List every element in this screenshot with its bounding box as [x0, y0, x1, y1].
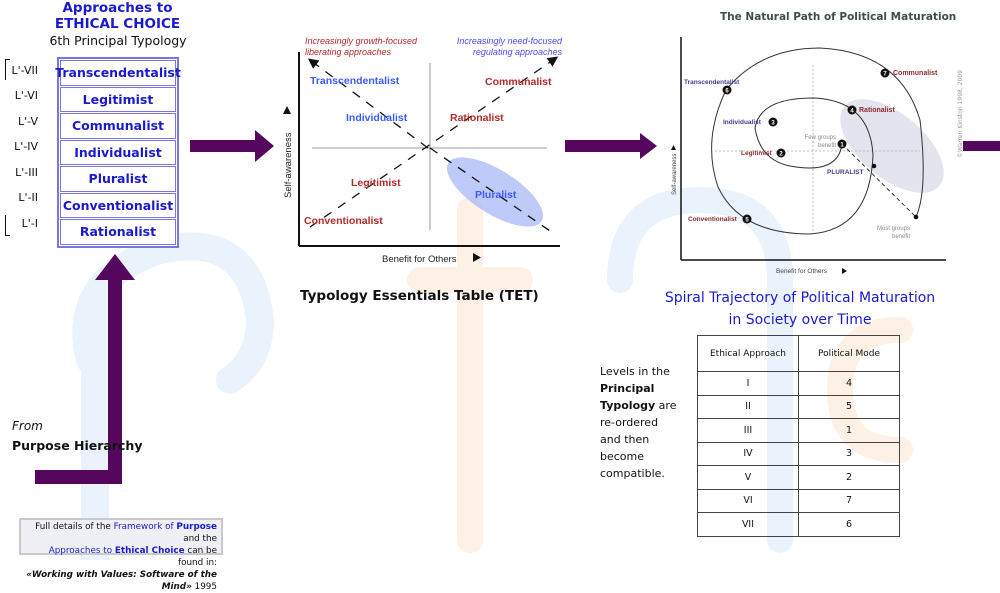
note-link: Approaches to: [48, 546, 115, 556]
table-row: I4: [697, 371, 900, 396]
levels-note: Levels in the Principal Typology are re-…: [600, 363, 680, 482]
ethical-approach-cell: I: [697, 371, 799, 396]
y-axis-arrow-icon: [283, 106, 291, 114]
spiral-caption-line1: Spiral Trajectory of Political Maturatio…: [664, 290, 936, 306]
book-year: 1995: [191, 582, 217, 592]
tet-label-rationalist: Rationalist: [450, 112, 504, 124]
levels-note-bold: Principal Typology: [600, 382, 656, 412]
book-title: «Working with Values: Software of the Mi…: [26, 570, 217, 592]
spiral-label-communalist: Communalist: [893, 70, 938, 77]
spiral-node: 4: [847, 105, 857, 115]
spiral-y-axis-label: Self-awareness: [672, 154, 678, 195]
political-mode-cell: 3: [798, 441, 900, 466]
ethical-approach-cell: II: [697, 394, 799, 419]
tet-label-conventionalist: Conventionalist: [304, 215, 383, 227]
tet-label-legitimist: Legitimist: [351, 177, 401, 189]
spiral-label-transcendentalist: Transcendentalist: [684, 79, 740, 86]
spiral-node: 3: [768, 117, 778, 127]
tet-x-axis-label: Benefit for Others: [382, 254, 457, 265]
spiral-node: 2: [776, 148, 786, 158]
tet-diagram: Increasingly growth-focused liberating a…: [283, 36, 563, 265]
spiral-y-arrow-icon: [671, 145, 676, 150]
spiral-label-legitimist: Legitimist: [741, 150, 773, 157]
political-mode-cell: 7: [798, 488, 900, 513]
ethical-approach-cell: VII: [697, 512, 799, 537]
ethical-approach-cell: VI: [697, 488, 799, 513]
note-text: can be found in:: [178, 546, 217, 568]
spiral-label-individualist: Individualist: [723, 119, 762, 126]
spiral-node: 7: [880, 68, 890, 78]
mapping-header: Ethical Approach: [697, 335, 799, 372]
ethical-approach-cell: V: [697, 465, 799, 490]
spiral-label-rationalist: Rationalist: [859, 107, 895, 114]
growth-diagonal: [307, 58, 429, 149]
note-link-bold: Purpose: [176, 522, 217, 532]
political-mode-cell: 6: [798, 512, 900, 537]
note-text: and the: [183, 534, 217, 544]
ethical-approach-cell: IV: [697, 441, 799, 466]
copyright-text: ©Warren Kinston 1998, 2009: [957, 70, 964, 158]
table-row: VII 6: [697, 512, 900, 537]
from-label: From: [12, 419, 43, 433]
note-link: Framework of: [113, 522, 177, 532]
note-link-bold: Ethical Choice: [114, 546, 185, 556]
right-arrow-to-tet: [190, 130, 274, 162]
few-groups-label: Few groups: [805, 135, 836, 141]
right-arrow-stub: [963, 141, 1000, 151]
tet-y-axis-label: Self-awareness: [283, 132, 294, 198]
most-groups-label: Most groups: [877, 226, 910, 232]
political-mode-cell: 5: [798, 394, 900, 419]
table-row: IV 3: [697, 441, 900, 466]
tet-caption: Typology Essentials Table (TET): [300, 288, 539, 304]
x-axis-arrow-icon: [473, 253, 481, 262]
tet-label-pluralist: Pluralist: [475, 189, 517, 201]
spiral-node: 1: [837, 139, 847, 149]
purpose-hierarchy-label: Purpose Hierarchy: [12, 438, 143, 453]
spiral-label-conventionalist: Conventionalist: [688, 216, 738, 223]
political-mode-cell: 2: [798, 465, 900, 490]
spiral-node: 6: [722, 85, 732, 95]
top-right-note: Increasingly need-focused: [457, 36, 563, 46]
spiral-node: 5: [742, 214, 752, 224]
reference-note: Full details of the Framework of Purpose…: [19, 518, 223, 592]
pluralist-label: PLURALIST: [827, 169, 864, 176]
mapping-header: Political Mode: [798, 335, 900, 372]
political-mode-cell: 4: [798, 371, 900, 396]
most-groups-label: benefit: [892, 234, 910, 240]
political-mode-cell: 1: [798, 418, 900, 443]
spiral-diagram: 1 2 3 4 5 6 7 Communalist Transcendental…: [671, 37, 946, 275]
top-right-note: regulating approaches: [473, 47, 563, 57]
tet-label-communalist: Communalist: [485, 76, 552, 88]
spiral-end-point: [913, 214, 919, 220]
spiral-x-arrow-icon: [842, 268, 847, 274]
table-row: II 5: [697, 394, 900, 419]
table-row: VI 7: [697, 488, 900, 513]
levels-note-text: Levels in the: [600, 365, 670, 378]
mapping-table: Ethical Approach Political Mode I4 II 5 I…: [697, 335, 900, 537]
top-left-note: Increasingly growth-focused: [305, 36, 418, 46]
spiral-caption-line2: in Society over Time: [728, 312, 872, 328]
spiral-title: The Natural Path of Political Maturation: [720, 11, 957, 23]
spiral-mid-point: [871, 163, 877, 169]
table-row: III 1: [697, 418, 900, 443]
tet-label-transcendentalist: Transcendentalist: [310, 75, 400, 87]
table-row: V2: [697, 465, 900, 490]
few-groups-label: benefit: [818, 143, 836, 149]
right-arrow-to-spiral: [565, 133, 657, 159]
ethical-approach-cell: III: [697, 418, 799, 443]
top-left-note: liberating approaches: [305, 47, 392, 57]
spiral-x-axis-label: Benefit for Others: [776, 268, 828, 275]
tet-label-individualist: Individualist: [346, 112, 408, 124]
note-text: Full details of the: [35, 522, 114, 532]
